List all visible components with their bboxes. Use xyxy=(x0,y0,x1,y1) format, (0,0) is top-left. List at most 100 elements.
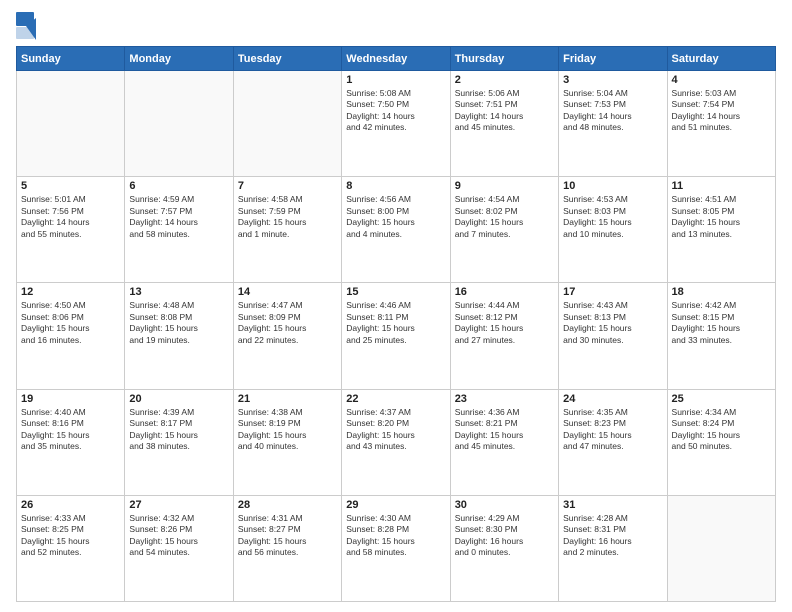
day-info: Sunrise: 4:29 AM Sunset: 8:30 PM Dayligh… xyxy=(455,513,554,559)
logo-icon xyxy=(16,12,36,40)
calendar-cell xyxy=(667,495,775,601)
day-number: 15 xyxy=(346,286,445,298)
day-info: Sunrise: 4:50 AM Sunset: 8:06 PM Dayligh… xyxy=(21,300,120,346)
weekday-header-sunday: Sunday xyxy=(17,47,125,71)
day-number: 21 xyxy=(238,393,337,405)
calendar-cell: 26 Sunrise: 4:33 AM Sunset: 8:25 PM Dayli… xyxy=(17,495,125,601)
week-row-2: 12 Sunrise: 4:50 AM Sunset: 8:06 PM Dayli… xyxy=(17,283,776,389)
day-number: 31 xyxy=(563,499,662,511)
day-number: 26 xyxy=(21,499,120,511)
day-number: 10 xyxy=(563,180,662,192)
calendar-cell xyxy=(125,71,233,177)
day-info: Sunrise: 4:47 AM Sunset: 8:09 PM Dayligh… xyxy=(238,300,337,346)
day-number: 24 xyxy=(563,393,662,405)
day-number: 8 xyxy=(346,180,445,192)
calendar-cell: 18 Sunrise: 4:42 AM Sunset: 8:15 PM Dayli… xyxy=(667,283,775,389)
day-info: Sunrise: 4:51 AM Sunset: 8:05 PM Dayligh… xyxy=(672,194,771,240)
calendar-cell: 2 Sunrise: 5:06 AM Sunset: 7:51 PM Daylig… xyxy=(450,71,558,177)
calendar-cell: 25 Sunrise: 4:34 AM Sunset: 8:24 PM Dayli… xyxy=(667,389,775,495)
calendar-cell: 12 Sunrise: 4:50 AM Sunset: 8:06 PM Dayli… xyxy=(17,283,125,389)
day-number: 16 xyxy=(455,286,554,298)
day-number: 6 xyxy=(129,180,228,192)
week-row-4: 26 Sunrise: 4:33 AM Sunset: 8:25 PM Dayli… xyxy=(17,495,776,601)
day-number: 23 xyxy=(455,393,554,405)
calendar-cell: 5Sunrise: 5:01 AM Sunset: 7:56 PM Daylig… xyxy=(17,177,125,283)
day-number: 3 xyxy=(563,74,662,86)
day-number: 11 xyxy=(672,180,771,192)
day-info: Sunrise: 4:38 AM Sunset: 8:19 PM Dayligh… xyxy=(238,407,337,453)
calendar-cell: 8 Sunrise: 4:56 AM Sunset: 8:00 PM Daylig… xyxy=(342,177,450,283)
day-number: 19 xyxy=(21,393,120,405)
day-info: Sunrise: 4:59 AM Sunset: 7:57 PM Dayligh… xyxy=(129,194,228,240)
calendar-cell: 27 Sunrise: 4:32 AM Sunset: 8:26 PM Dayli… xyxy=(125,495,233,601)
day-number: 4 xyxy=(672,74,771,86)
day-number: 14 xyxy=(238,286,337,298)
calendar-cell: 13 Sunrise: 4:48 AM Sunset: 8:08 PM Dayli… xyxy=(125,283,233,389)
day-info: Sunrise: 5:03 AM Sunset: 7:54 PM Dayligh… xyxy=(672,88,771,134)
day-info: Sunrise: 4:32 AM Sunset: 8:26 PM Dayligh… xyxy=(129,513,228,559)
day-info: Sunrise: 4:37 AM Sunset: 8:20 PM Dayligh… xyxy=(346,407,445,453)
day-number: 28 xyxy=(238,499,337,511)
day-info: Sunrise: 4:42 AM Sunset: 8:15 PM Dayligh… xyxy=(672,300,771,346)
weekday-header-tuesday: Tuesday xyxy=(233,47,341,71)
day-info: Sunrise: 4:30 AM Sunset: 8:28 PM Dayligh… xyxy=(346,513,445,559)
day-number: 9 xyxy=(455,180,554,192)
day-info: Sunrise: 4:36 AM Sunset: 8:21 PM Dayligh… xyxy=(455,407,554,453)
calendar-cell: 15 Sunrise: 4:46 AM Sunset: 8:11 PM Dayli… xyxy=(342,283,450,389)
calendar-cell: 24 Sunrise: 4:35 AM Sunset: 8:23 PM Dayli… xyxy=(559,389,667,495)
day-number: 22 xyxy=(346,393,445,405)
calendar-cell: 22 Sunrise: 4:37 AM Sunset: 8:20 PM Dayli… xyxy=(342,389,450,495)
calendar-cell: 7 Sunrise: 4:58 AM Sunset: 7:59 PM Daylig… xyxy=(233,177,341,283)
day-info: Sunrise: 4:31 AM Sunset: 8:27 PM Dayligh… xyxy=(238,513,337,559)
calendar-cell: 14 Sunrise: 4:47 AM Sunset: 8:09 PM Dayli… xyxy=(233,283,341,389)
day-info: Sunrise: 5:04 AM Sunset: 7:53 PM Dayligh… xyxy=(563,88,662,134)
day-number: 13 xyxy=(129,286,228,298)
calendar-cell: 30 Sunrise: 4:29 AM Sunset: 8:30 PM Dayli… xyxy=(450,495,558,601)
calendar-cell: 31Sunrise: 4:28 AM Sunset: 8:31 PM Dayli… xyxy=(559,495,667,601)
calendar-cell: 10 Sunrise: 4:53 AM Sunset: 8:03 PM Dayli… xyxy=(559,177,667,283)
calendar-cell: 20 Sunrise: 4:39 AM Sunset: 8:17 PM Dayli… xyxy=(125,389,233,495)
day-number: 20 xyxy=(129,393,228,405)
calendar-cell: 9 Sunrise: 4:54 AM Sunset: 8:02 PM Daylig… xyxy=(450,177,558,283)
day-info: Sunrise: 4:46 AM Sunset: 8:11 PM Dayligh… xyxy=(346,300,445,346)
calendar-cell xyxy=(233,71,341,177)
calendar-cell: 11 Sunrise: 4:51 AM Sunset: 8:05 PM Dayli… xyxy=(667,177,775,283)
day-info: Sunrise: 4:54 AM Sunset: 8:02 PM Dayligh… xyxy=(455,194,554,240)
day-info: Sunrise: 4:58 AM Sunset: 7:59 PM Dayligh… xyxy=(238,194,337,240)
calendar-cell: 16 Sunrise: 4:44 AM Sunset: 8:12 PM Dayli… xyxy=(450,283,558,389)
day-info: Sunrise: 4:48 AM Sunset: 8:08 PM Dayligh… xyxy=(129,300,228,346)
day-info: Sunrise: 4:39 AM Sunset: 8:17 PM Dayligh… xyxy=(129,407,228,453)
day-info: Sunrise: 5:01 AM Sunset: 7:56 PM Dayligh… xyxy=(21,194,120,240)
day-info: Sunrise: 5:06 AM Sunset: 7:51 PM Dayligh… xyxy=(455,88,554,134)
weekday-header-monday: Monday xyxy=(125,47,233,71)
calendar-cell: 17Sunrise: 4:43 AM Sunset: 8:13 PM Dayli… xyxy=(559,283,667,389)
week-row-0: 1Sunrise: 5:08 AM Sunset: 7:50 PM Daylig… xyxy=(17,71,776,177)
calendar-cell: 6 Sunrise: 4:59 AM Sunset: 7:57 PM Daylig… xyxy=(125,177,233,283)
weekday-header-thursday: Thursday xyxy=(450,47,558,71)
day-info: Sunrise: 4:53 AM Sunset: 8:03 PM Dayligh… xyxy=(563,194,662,240)
weekday-header-friday: Friday xyxy=(559,47,667,71)
day-info: Sunrise: 4:33 AM Sunset: 8:25 PM Dayligh… xyxy=(21,513,120,559)
day-info: Sunrise: 4:34 AM Sunset: 8:24 PM Dayligh… xyxy=(672,407,771,453)
day-info: Sunrise: 4:35 AM Sunset: 8:23 PM Dayligh… xyxy=(563,407,662,453)
weekday-header-wednesday: Wednesday xyxy=(342,47,450,71)
weekday-header-row: SundayMondayTuesdayWednesdayThursdayFrid… xyxy=(17,47,776,71)
day-number: 25 xyxy=(672,393,771,405)
calendar-cell: 29Sunrise: 4:30 AM Sunset: 8:28 PM Dayli… xyxy=(342,495,450,601)
calendar-cell: 1Sunrise: 5:08 AM Sunset: 7:50 PM Daylig… xyxy=(342,71,450,177)
week-row-3: 19Sunrise: 4:40 AM Sunset: 8:16 PM Dayli… xyxy=(17,389,776,495)
day-number: 1 xyxy=(346,74,445,86)
calendar-cell: 4 Sunrise: 5:03 AM Sunset: 7:54 PM Daylig… xyxy=(667,71,775,177)
day-number: 7 xyxy=(238,180,337,192)
day-info: Sunrise: 4:43 AM Sunset: 8:13 PM Dayligh… xyxy=(563,300,662,346)
day-number: 12 xyxy=(21,286,120,298)
day-number: 18 xyxy=(672,286,771,298)
day-info: Sunrise: 4:56 AM Sunset: 8:00 PM Dayligh… xyxy=(346,194,445,240)
day-number: 30 xyxy=(455,499,554,511)
day-info: Sunrise: 4:44 AM Sunset: 8:12 PM Dayligh… xyxy=(455,300,554,346)
calendar-cell xyxy=(17,71,125,177)
day-number: 2 xyxy=(455,74,554,86)
page: SundayMondayTuesdayWednesdayThursdayFrid… xyxy=(0,0,792,612)
calendar-cell: 19Sunrise: 4:40 AM Sunset: 8:16 PM Dayli… xyxy=(17,389,125,495)
day-number: 27 xyxy=(129,499,228,511)
